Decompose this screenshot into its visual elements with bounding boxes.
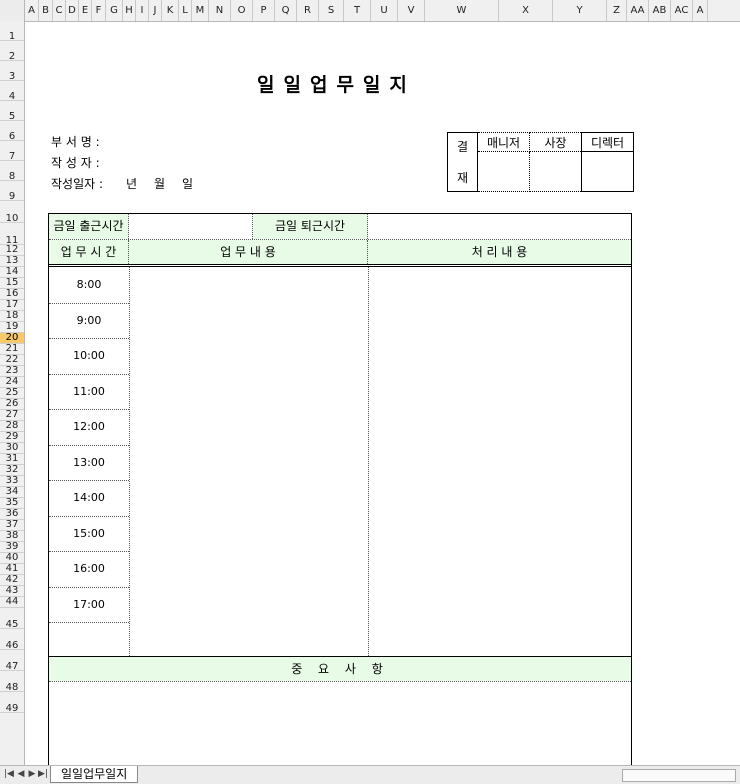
approval-side-top: 결 [456, 140, 469, 154]
checkout-time-input[interactable] [368, 214, 631, 239]
column-header-cell[interactable]: N [209, 0, 231, 21]
column-header-cell[interactable]: K [162, 0, 179, 21]
row-header-cell[interactable]: 44 [0, 597, 24, 608]
row-header-cell[interactable]: 3 [0, 61, 24, 82]
approval-side-bottom: 재 [456, 171, 469, 185]
approval-table: 결 재 매니저 사장 디렉터 [447, 131, 634, 192]
approval-sign-director[interactable] [581, 151, 634, 192]
worksheet-grid[interactable]: 일일업무일지 부 서 명 : 작 성 자 : 작성일자 : 년 월 일 결 재 … [25, 22, 740, 765]
date-label: 작성일자 : [51, 177, 104, 191]
month-label: 월 [154, 177, 166, 191]
column-header-cell[interactable]: Q [275, 0, 297, 21]
horizontal-scrollbar[interactable] [622, 769, 736, 782]
column-header-cell[interactable]: C [53, 0, 66, 21]
result-content-header: 처 리 내 용 [368, 240, 631, 264]
column-header-cell[interactable]: V [398, 0, 425, 21]
first-sheet-icon[interactable]: |◀ [4, 769, 14, 779]
department-label: 부 서 명 : [51, 135, 100, 149]
approval-header-manager[interactable]: 매니저 [477, 131, 530, 153]
row-header-cell[interactable]: 7 [0, 141, 24, 162]
row-header-cell[interactable]: 48 [0, 671, 24, 693]
column-header-cell[interactable]: E [79, 0, 92, 21]
column-header-cell[interactable]: Y [553, 0, 607, 21]
row-header-cell[interactable]: 4 [0, 81, 24, 102]
row-header-cell[interactable]: 6 [0, 121, 24, 142]
checkin-time-label: 금일 출근시간 [49, 214, 129, 239]
row-header-cell[interactable]: 46 [0, 629, 24, 651]
time-slot[interactable]: 16:00 [49, 551, 129, 587]
column-header-cell[interactable]: AA [627, 0, 649, 21]
time-slot[interactable]: 9:00 [49, 303, 129, 339]
row-header-cell[interactable]: 10 [0, 201, 24, 224]
column-header-cell[interactable]: L [179, 0, 192, 21]
row-header-cell[interactable]: 8 [0, 161, 24, 182]
approval-sign-manager[interactable] [477, 151, 530, 192]
document-title: 일일업무일지 [257, 74, 416, 96]
column-header-cell[interactable]: B [39, 0, 53, 21]
time-slot[interactable]: 13:00 [49, 445, 129, 481]
important-notes-area[interactable] [49, 682, 631, 765]
column-header-cell[interactable]: P [253, 0, 275, 21]
approval-sign-president[interactable] [529, 151, 582, 192]
column-header-cell[interactable]: AC [671, 0, 693, 21]
column-header-cell[interactable]: AB [649, 0, 671, 21]
time-slot[interactable]: 10:00 [49, 338, 129, 374]
column-header-cell[interactable]: X [499, 0, 553, 21]
important-notes-header: 중 요 사 항 [49, 657, 631, 681]
row-header-cell[interactable]: 49 [0, 692, 24, 714]
work-log-table: 금일 출근시간 금일 퇴근시간 업 무 시 간 업 무 내 용 처 리 내 용 … [48, 213, 632, 765]
sheet-tab-daily-log[interactable]: 일일업무일지 [50, 766, 139, 783]
column-header-cell[interactable]: G [106, 0, 123, 21]
column-header-cell[interactable]: O [231, 0, 253, 21]
sheet-tab-bar: |◀ ◀ ▶ ▶| 일일업무일지 [0, 765, 740, 784]
column-header-cell[interactable]: Z [607, 0, 627, 21]
time-slot[interactable]: 11:00 [49, 374, 129, 410]
row-header-cell[interactable]: 9 [0, 181, 24, 202]
result-content-area[interactable] [369, 267, 631, 656]
column-header-cell[interactable]: M [192, 0, 209, 21]
time-slot[interactable]: 12:00 [49, 409, 129, 445]
column-header-cell[interactable]: U [371, 0, 398, 21]
row-header-cell[interactable]: 47 [0, 650, 24, 672]
time-slot[interactable]: 8:00 [49, 267, 129, 303]
year-label: 년 [126, 177, 138, 191]
work-content-area[interactable] [130, 267, 368, 656]
column-header-cell[interactable]: F [92, 0, 106, 21]
approval-header-director[interactable]: 디렉터 [581, 131, 634, 153]
column-header-cell[interactable]: D [66, 0, 79, 21]
row-header-bar: 1 2 3 4 5 6 7 8 9 10 11 12 13 14 15 16 17 18 19 20 21 22 23 24 2… [0, 21, 25, 765]
time-slot[interactable]: 14:00 [49, 480, 129, 516]
column-header-cell[interactable]: H [123, 0, 136, 21]
checkin-time-input[interactable] [129, 214, 253, 239]
column-header-cell[interactable]: I [136, 0, 149, 21]
time-slot[interactable]: 17:00 [49, 587, 129, 623]
column-header-cell[interactable]: J [149, 0, 162, 21]
work-time-header: 업 무 시 간 [49, 240, 129, 264]
select-all-corner[interactable] [0, 0, 25, 21]
column-header-cell[interactable]: T [344, 0, 371, 21]
column-header-cell[interactable]: W [425, 0, 499, 21]
column-header-cell[interactable]: R [297, 0, 319, 21]
writer-label: 작 성 자 : [51, 156, 100, 170]
approval-side-cell: 결 재 [447, 132, 478, 192]
next-sheet-icon[interactable]: ▶ [27, 769, 37, 779]
column-header-cell[interactable]: A [25, 0, 39, 21]
approval-header-president[interactable]: 사장 [529, 131, 582, 153]
checkout-time-label: 금일 퇴근시간 [253, 214, 368, 239]
last-sheet-icon[interactable]: ▶| [38, 769, 48, 779]
column-header-cell[interactable]: S [319, 0, 344, 21]
time-slot[interactable]: 15:00 [49, 516, 129, 552]
column-header-cell[interactable]: A [693, 0, 708, 21]
work-content-header: 업 무 내 용 [129, 240, 368, 264]
row-header-cell[interactable]: 1 [0, 21, 24, 42]
day-label: 일 [182, 177, 194, 191]
row-header-cell[interactable]: 45 [0, 608, 24, 630]
row-header-cell[interactable]: 5 [0, 101, 24, 122]
row-header-cell[interactable]: 11 [0, 223, 24, 246]
column-header-bar: A B C D E F G H I J K L M N O P Q R S T U V W X Y Z AA AB AC A [0, 0, 740, 22]
row-header-cell[interactable]: 2 [0, 41, 24, 62]
prev-sheet-icon[interactable]: ◀ [16, 769, 26, 779]
